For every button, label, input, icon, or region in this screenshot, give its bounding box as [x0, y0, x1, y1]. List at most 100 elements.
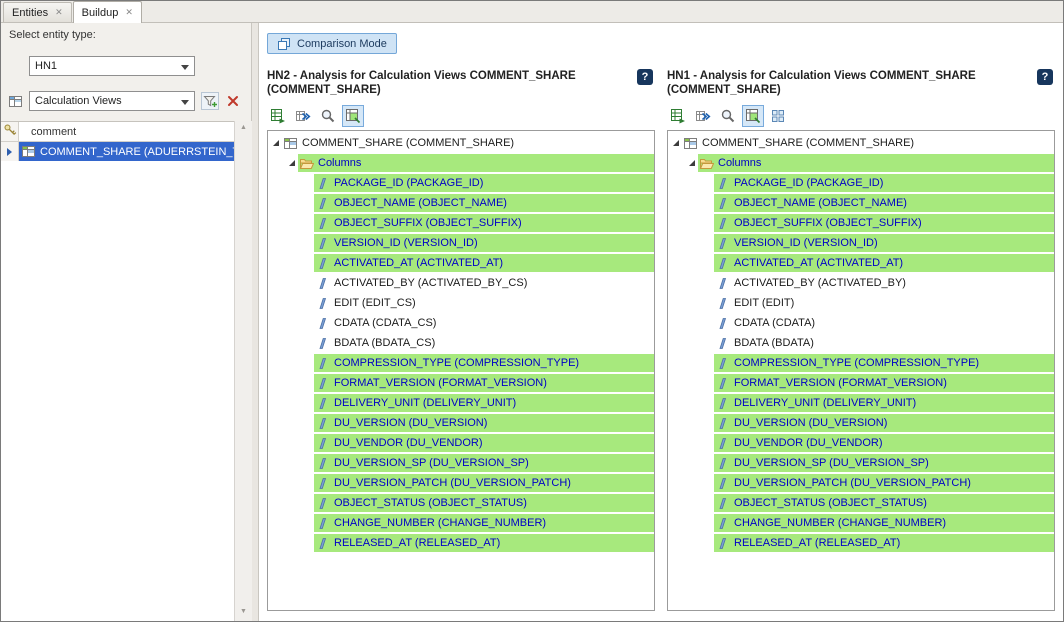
tree-item[interactable]: PACKAGE_ID (PACKAGE_ID) — [268, 173, 654, 193]
tree-item[interactable]: DU_VENDOR (DU_VENDOR) — [268, 433, 654, 453]
excel-export-icon[interactable] — [267, 105, 289, 127]
tree-item[interactable]: VERSION_ID (VERSION_ID) — [268, 233, 654, 253]
close-icon[interactable]: ✕ — [125, 8, 133, 17]
column-icon — [315, 497, 330, 510]
tree-item[interactable]: ACTIVATED_AT (ACTIVATED_AT) — [268, 253, 654, 273]
tree-item[interactable]: OBJECT_NAME (OBJECT_NAME) — [668, 193, 1054, 213]
tree-item[interactable]: COMPRESSION_TYPE (COMPRESSION_TYPE) — [268, 353, 654, 373]
tree-item[interactable]: COMPRESSION_TYPE (COMPRESSION_TYPE) — [668, 353, 1054, 373]
tree-item[interactable]: DU_VERSION_PATCH (DU_VERSION_PATCH) — [268, 473, 654, 493]
tree-item[interactable]: OBJECT_SUFFIX (OBJECT_SUFFIX) — [268, 213, 654, 233]
tree-item-label: DELIVERY_UNIT (DELIVERY_UNIT) — [734, 397, 916, 409]
scroll-up-icon[interactable]: ▲ — [235, 121, 252, 135]
tree-item-label: DU_VERSION_SP (DU_VERSION_SP) — [734, 457, 929, 469]
excel-export-icon[interactable] — [667, 105, 689, 127]
tree-item[interactable]: FORMAT_VERSION (FORMAT_VERSION) — [268, 373, 654, 393]
tree-item-content: PACKAGE_ID (PACKAGE_ID) — [314, 174, 654, 192]
table-row[interactable]: COMMENT_SHARE (ADUERRSTEIN_T — [1, 142, 234, 161]
tree-item-content: ACTIVATED_AT (ACTIVATED_AT) — [714, 254, 1054, 272]
send-data-icon[interactable] — [692, 105, 714, 127]
zoom-icon[interactable] — [717, 105, 739, 127]
tree-item[interactable]: CHANGE_NUMBER (CHANGE_NUMBER) — [668, 513, 1054, 533]
panel-hn1: HN1 - Analysis for Calculation Views COM… — [667, 69, 1055, 611]
tree-item[interactable]: EDIT (EDIT_CS) — [268, 293, 654, 313]
tree-item[interactable]: COMMENT_SHARE (COMMENT_SHARE) — [668, 133, 1054, 153]
expander-icon[interactable] — [686, 160, 698, 166]
tree-item[interactable]: BDATA (BDATA_CS) — [268, 333, 654, 353]
splitter[interactable] — [252, 23, 259, 621]
tree-item[interactable]: OBJECT_STATUS (OBJECT_STATUS) — [268, 493, 654, 513]
indent — [668, 223, 702, 224]
column-icon — [715, 457, 730, 470]
tree-item[interactable]: DU_VERSION_SP (DU_VERSION_SP) — [268, 453, 654, 473]
entity-type-dropdown[interactable]: HN1 — [29, 56, 195, 76]
tree-item[interactable]: DELIVERY_UNIT (DELIVERY_UNIT) — [268, 393, 654, 413]
expander-icon[interactable] — [270, 140, 282, 146]
tree-item[interactable]: VERSION_ID (VERSION_ID) — [668, 233, 1054, 253]
help-icon[interactable]: ? — [637, 69, 653, 85]
clear-filter-icon[interactable] — [224, 92, 242, 110]
grid-view-icon[interactable] — [767, 105, 789, 127]
tree-item[interactable]: CHANGE_NUMBER (CHANGE_NUMBER) — [268, 513, 654, 533]
tree-item[interactable]: DU_VERSION (DU_VERSION) — [268, 413, 654, 433]
help-icon[interactable]: ? — [1037, 69, 1053, 85]
tree-item[interactable]: RELEASED_AT (RELEASED_AT) — [668, 533, 1054, 553]
expander-icon[interactable] — [286, 160, 298, 166]
highlight-differences-icon[interactable] — [742, 105, 764, 127]
column-icon — [715, 357, 730, 370]
zoom-icon[interactable] — [317, 105, 339, 127]
tree-item[interactable]: Columns — [668, 153, 1054, 173]
send-data-icon[interactable] — [292, 105, 314, 127]
tree-item[interactable]: ACTIVATED_BY (ACTIVATED_BY_CS) — [268, 273, 654, 293]
column-icon — [315, 397, 330, 410]
highlight-differences-icon[interactable] — [342, 105, 364, 127]
tree-item[interactable]: OBJECT_SUFFIX (OBJECT_SUFFIX) — [668, 213, 1054, 233]
tree-item-content: EDIT (EDIT_CS) — [314, 294, 654, 312]
column-icon — [715, 477, 730, 490]
tree-item[interactable]: DU_VERSION_PATCH (DU_VERSION_PATCH) — [668, 473, 1054, 493]
tree-item-content: ACTIVATED_BY (ACTIVATED_BY) — [714, 274, 1054, 292]
tree-item[interactable]: DU_VENDOR (DU_VENDOR) — [668, 433, 1054, 453]
tree-item[interactable]: DELIVERY_UNIT (DELIVERY_UNIT) — [668, 393, 1054, 413]
tree-item-label: ACTIVATED_AT (ACTIVATED_AT) — [734, 257, 903, 269]
tab-buildup[interactable]: Buildup ✕ — [73, 1, 142, 23]
indent — [668, 363, 702, 364]
tree-item-content: DELIVERY_UNIT (DELIVERY_UNIT) — [314, 394, 654, 412]
indent — [668, 543, 702, 544]
scrollbar[interactable]: ▲ ▼ — [234, 121, 252, 621]
column-header-comment[interactable]: comment — [19, 122, 234, 141]
tree-item[interactable]: CDATA (CDATA_CS) — [268, 313, 654, 333]
tree-item-label: RELEASED_AT (RELEASED_AT) — [734, 537, 900, 549]
tree-item[interactable]: OBJECT_NAME (OBJECT_NAME) — [268, 193, 654, 213]
filter-icon[interactable] — [201, 92, 219, 110]
indent — [668, 163, 686, 164]
close-icon[interactable]: ✕ — [55, 8, 63, 17]
expander-icon[interactable] — [670, 140, 682, 146]
selected-row-cell[interactable]: COMMENT_SHARE (ADUERRSTEIN_T — [19, 142, 234, 161]
tree-item[interactable]: RELEASED_AT (RELEASED_AT) — [268, 533, 654, 553]
tree-item-content: CHANGE_NUMBER (CHANGE_NUMBER) — [714, 514, 1054, 532]
tree-item[interactable]: EDIT (EDIT) — [668, 293, 1054, 313]
tree-item[interactable]: COMMENT_SHARE (COMMENT_SHARE) — [268, 133, 654, 153]
tree-item[interactable]: DU_VERSION (DU_VERSION) — [668, 413, 1054, 433]
view-type-dropdown[interactable]: Calculation Views — [29, 91, 195, 111]
tree-item[interactable]: ACTIVATED_AT (ACTIVATED_AT) — [668, 253, 1054, 273]
comparison-mode-button[interactable]: Comparison Mode — [267, 33, 397, 54]
tree-item[interactable]: ACTIVATED_BY (ACTIVATED_BY) — [668, 273, 1054, 293]
tree-item[interactable]: Columns — [268, 153, 654, 173]
indent — [668, 303, 702, 304]
table-row-gutter — [1, 142, 19, 161]
tree-item[interactable]: BDATA (BDATA) — [668, 333, 1054, 353]
scroll-down-icon[interactable]: ▼ — [235, 605, 252, 619]
tree-item[interactable]: CDATA (CDATA) — [668, 313, 1054, 333]
indent — [268, 223, 302, 224]
tab-label: Buildup — [82, 7, 119, 19]
tree-item-label: RELEASED_AT (RELEASED_AT) — [334, 537, 500, 549]
tree-item[interactable]: FORMAT_VERSION (FORMAT_VERSION) — [668, 373, 1054, 393]
tab-entities[interactable]: Entities ✕ — [3, 2, 72, 22]
application-window: Entities ✕ Buildup ✕ Select entity type:… — [0, 0, 1064, 622]
tree-item[interactable]: OBJECT_STATUS (OBJECT_STATUS) — [668, 493, 1054, 513]
indent — [668, 503, 702, 504]
tree-item[interactable]: DU_VERSION_SP (DU_VERSION_SP) — [668, 453, 1054, 473]
tree-item[interactable]: PACKAGE_ID (PACKAGE_ID) — [668, 173, 1054, 193]
